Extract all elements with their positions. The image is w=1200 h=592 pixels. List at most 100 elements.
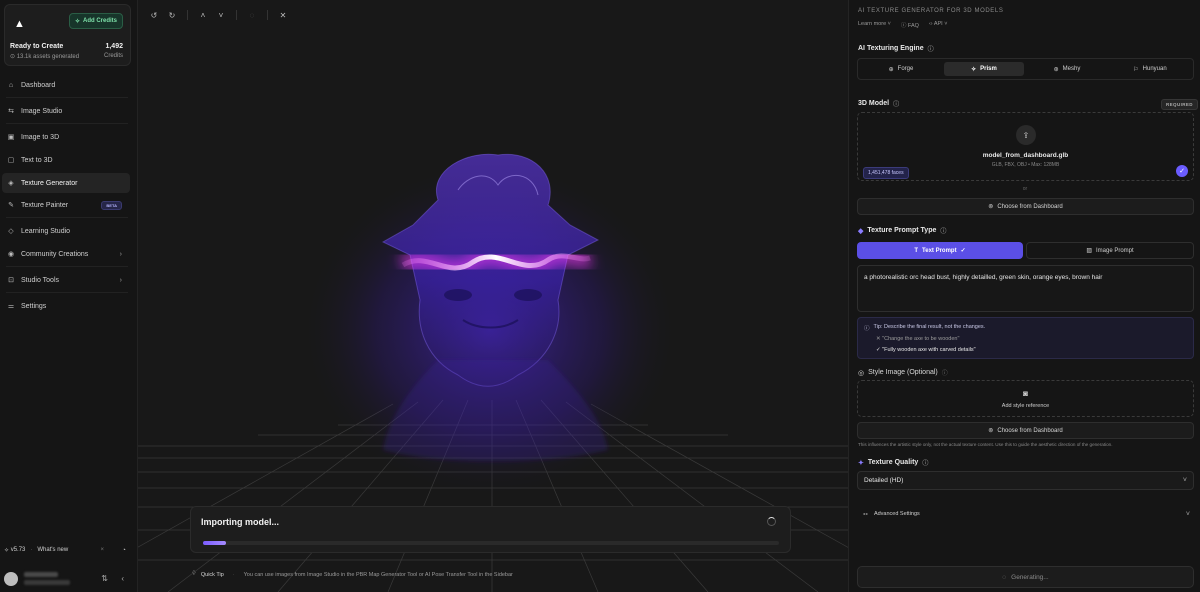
engine-selector: ⊕ Forge ✧ Prism ⊛ Meshy ⚐ Hunyuan <box>857 58 1194 80</box>
style-image-note: This influences the artistic style only,… <box>858 442 1113 447</box>
engine-prism[interactable]: ✧ Prism <box>944 62 1024 76</box>
layers-icon: ◈ <box>8 180 14 187</box>
sidebar-item-texture-generator[interactable]: ◈ Texture Generator <box>2 173 130 193</box>
learn-more-link[interactable]: Learn more ˅ <box>858 21 891 29</box>
divider <box>6 266 128 267</box>
tab-text-prompt[interactable]: T Text Prompt ✓ <box>857 242 1023 259</box>
chevron-right-icon: › <box>119 250 122 258</box>
model-preview-canvas <box>138 153 848 592</box>
engine-forge[interactable]: ⊕ Forge <box>861 62 941 76</box>
lightbulb-icon: 💡︎ <box>192 571 196 577</box>
status-title: Ready to Create <box>10 43 64 50</box>
sparkle-icon: ✧ <box>971 66 977 73</box>
sidebar-item-learning-studio[interactable]: ◇ Learning Studio <box>2 221 130 241</box>
sidebar-item-settings[interactable]: ⚌ Settings <box>2 296 130 316</box>
home-icon: ⌂ <box>8 81 14 89</box>
sparkle-icon: ✧ <box>74 18 80 25</box>
info-icon[interactable]: ⓘ <box>940 226 946 235</box>
tip-good-example: ✓ "Fully wooden axe with carved details" <box>876 347 976 353</box>
style-image-label: ◎ Style Image (Optional) ⓘ <box>858 368 948 377</box>
user-profile[interactable]: ⇅ ‹ <box>2 568 132 590</box>
dashboard-icon: ⊚ <box>988 428 994 434</box>
app-logo-icon[interactable]: ▲ <box>14 18 26 30</box>
info-icon[interactable]: ⓘ <box>928 44 934 53</box>
model-upload-dropzone[interactable]: ⇪ model_from_dashboard.glb GLB, FBX, OBJ… <box>857 112 1194 181</box>
credits-label: Credits <box>103 53 123 59</box>
tag-icon: ◆ <box>858 227 864 235</box>
upload-icon: ⇪ <box>1016 125 1036 145</box>
chevron-up-icon[interactable]: ˄ <box>197 9 209 21</box>
switch-account-icon[interactable]: ⇅ <box>101 574 108 583</box>
engine-hunyuan[interactable]: ⚐ Hunyuan <box>1110 62 1190 76</box>
brush-icon: ✎ <box>8 202 14 209</box>
divider <box>6 292 128 293</box>
info-icon[interactable]: ⓘ <box>893 99 899 108</box>
credits-count: 1,492 <box>105 43 123 50</box>
generate-button[interactable]: ◌ Generating... <box>857 566 1194 588</box>
model-viewport[interactable]: ↺ ↻ ˄ ˅ ◌ ✕ Importing model... 💡︎ Quick … <box>138 0 848 592</box>
advanced-settings-toggle[interactable]: ⚏ Advanced Settings ˅ <box>857 505 1194 523</box>
faces-count-badge: 1,451,478 faces <box>863 167 909 179</box>
image-icon: ▨ <box>1086 248 1092 254</box>
globe-icon: ◉ <box>7 251 15 258</box>
model-label: 3D Model ⓘ <box>858 99 900 108</box>
panel-header: AI TEXTURE GENERATOR FOR 3D MODELS <box>858 8 1004 14</box>
whats-new-link[interactable]: What's new <box>37 547 68 553</box>
or-divider: or <box>1022 186 1028 192</box>
tip-bad-example: ✕ "Change the axe to be wooden" <box>876 336 960 342</box>
check-icon: ✓ <box>1176 165 1188 177</box>
avatar <box>4 572 18 586</box>
sidebar-item-texture-painter[interactable]: ✎ Texture Painter BETA <box>2 195 130 215</box>
panel-links: Learn more ˅ ⓘ FAQ ‹› API ˅ <box>858 21 947 29</box>
redo-icon[interactable]: ↻ <box>166 9 178 21</box>
api-link[interactable]: ‹› API ˅ <box>929 21 948 29</box>
sidebar: ▲ ✧ Add Credits Ready to Create ⊙ 13.1k … <box>0 0 138 592</box>
engine-meshy[interactable]: ⊛ Meshy <box>1027 62 1107 76</box>
info-icon[interactable]: ⓘ <box>922 458 928 467</box>
info-icon[interactable]: ⓘ <box>942 368 948 377</box>
sidebar-item-text-to-3d[interactable]: ▢ Text to 3D <box>2 150 130 170</box>
import-progress-fill <box>203 541 227 545</box>
theme-toggle-icon[interactable]: ◔ <box>122 547 126 554</box>
choose-style-from-dashboard-button[interactable]: ⊚ Choose from Dashboard <box>857 422 1194 439</box>
tab-image-prompt[interactable]: ▨ Image Prompt <box>1026 242 1194 259</box>
sparkle-icon: ✦ <box>858 459 864 467</box>
eye-icon: ◎ <box>858 369 865 377</box>
collapse-sidebar-icon[interactable]: ‹ <box>121 574 124 583</box>
loading-spinner-icon: ◌ <box>1002 573 1007 581</box>
image-studio-icon: ⇆ <box>8 108 14 115</box>
sidebar-item-community-creations[interactable]: ◉ Community Creations › <box>2 244 130 264</box>
beta-badge: BETA <box>101 200 122 210</box>
texture-prompt-input[interactable]: a photorealistic orc head bust, highly d… <box>857 265 1194 312</box>
loading-spinner-icon <box>767 517 776 526</box>
divider <box>6 217 128 218</box>
sidebar-item-studio-tools[interactable]: ⊡ Studio Tools › <box>2 270 130 290</box>
prompt-type-tabs: T Text Prompt ✓ ▨ Image Prompt <box>857 242 1194 259</box>
sidebar-item-image-studio[interactable]: ⇆ Image Studio <box>2 101 130 121</box>
close-icon[interactable]: × <box>100 547 104 553</box>
choose-from-dashboard-button[interactable]: ⊚ Choose from Dashboard <box>857 198 1194 215</box>
target-icon: ⊕ <box>888 66 894 73</box>
hunyuan-icon: ⚐ <box>1133 66 1139 73</box>
chevron-down-icon[interactable]: ˅ <box>215 9 227 21</box>
text-icon: ▢ <box>7 157 15 164</box>
add-credits-button[interactable]: ✧ Add Credits <box>69 13 123 29</box>
style-reference-dropzone[interactable]: ◙ Add style reference <box>857 380 1194 417</box>
faq-link[interactable]: ⓘ FAQ <box>901 21 919 29</box>
camera-icon: ◙ <box>1023 389 1028 398</box>
quick-tip-label: Quick Tip <box>200 571 224 578</box>
assets-generated: ⊙ 13.1k assets generated <box>10 54 80 60</box>
close-icon[interactable]: ✕ <box>277 9 289 21</box>
disabled-tool-icon[interactable]: ◌ <box>246 9 258 21</box>
undo-icon[interactable]: ↺ <box>148 9 160 21</box>
sliders-icon: ⚌ <box>7 303 15 310</box>
mesh-icon: ⊛ <box>1053 66 1059 73</box>
sidebar-item-image-to-3d[interactable]: ▣ Image to 3D <box>2 127 130 147</box>
user-email-redacted <box>24 580 70 585</box>
prompt-type-label: ◆ Texture Prompt Type ⓘ <box>858 226 947 235</box>
user-name-redacted <box>24 572 58 577</box>
chevron-down-icon: ˅ <box>1185 510 1190 518</box>
divider <box>6 123 128 124</box>
sidebar-item-dashboard[interactable]: ⌂ Dashboard <box>2 75 130 95</box>
texture-quality-select[interactable]: Detailed (HD) ˅ <box>857 471 1194 490</box>
